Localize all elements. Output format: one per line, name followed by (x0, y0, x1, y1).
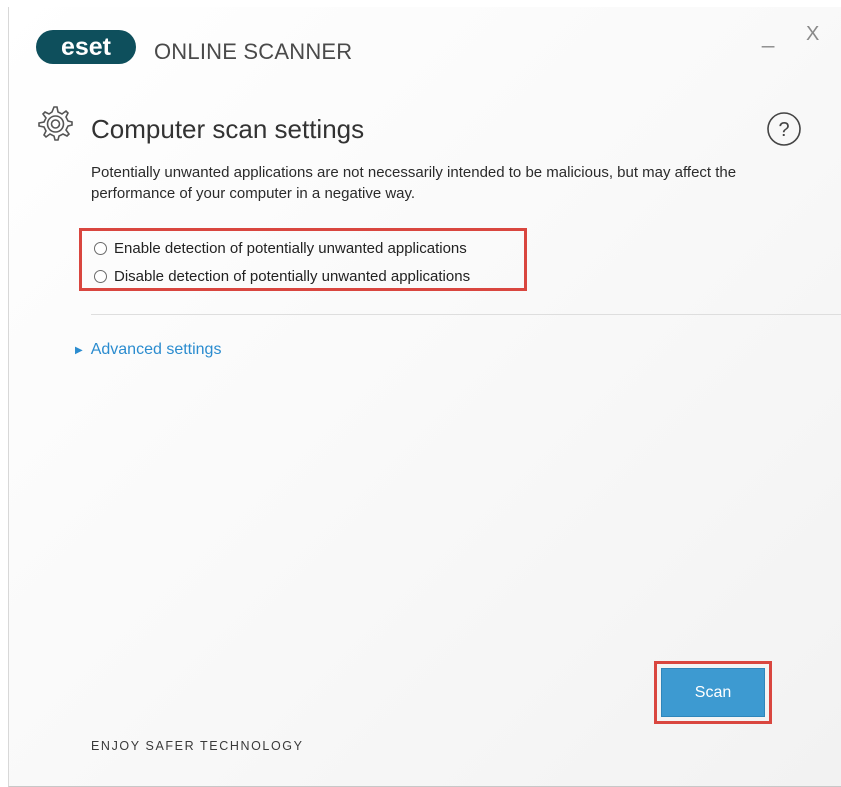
advanced-settings-link[interactable]: ▶ Advanced settings (75, 341, 221, 359)
help-icon[interactable]: ? (766, 111, 802, 147)
scan-button[interactable]: Scan (661, 668, 765, 717)
description-text: Potentially unwanted applications are no… (91, 164, 737, 202)
scanner-window: eset ONLINE SCANNER _ X Computer scan se… (8, 7, 841, 787)
disable-pua-option[interactable]: Disable detection of potentially unwante… (94, 268, 470, 285)
radio-icon[interactable] (94, 270, 107, 283)
disable-pua-label: Disable detection of potentially unwante… (114, 268, 471, 285)
scan-button-highlight: Scan (654, 661, 772, 724)
expand-arrow-icon: ▶ (75, 344, 83, 356)
app-title: ONLINE SCANNER (154, 39, 353, 64)
gear-icon (38, 106, 73, 141)
page-title: Computer scan settings (91, 114, 365, 144)
eset-logo: eset (36, 30, 136, 64)
close-icon[interactable]: X (806, 23, 819, 45)
footer-tagline: ENJOY SAFER TECHNOLOGY (91, 739, 304, 753)
minimize-icon[interactable]: _ (762, 25, 774, 47)
pua-options-group: Enable detection of potentially unwanted… (79, 228, 527, 291)
advanced-settings-label: Advanced settings (90, 341, 222, 358)
radio-icon[interactable] (94, 242, 107, 255)
enable-pua-label: Enable detection of potentially unwanted… (114, 240, 467, 257)
enable-pua-option[interactable]: Enable detection of potentially unwanted… (94, 240, 467, 257)
divider (91, 314, 841, 315)
svg-text:?: ? (778, 119, 789, 141)
svg-text:eset: eset (61, 33, 112, 61)
